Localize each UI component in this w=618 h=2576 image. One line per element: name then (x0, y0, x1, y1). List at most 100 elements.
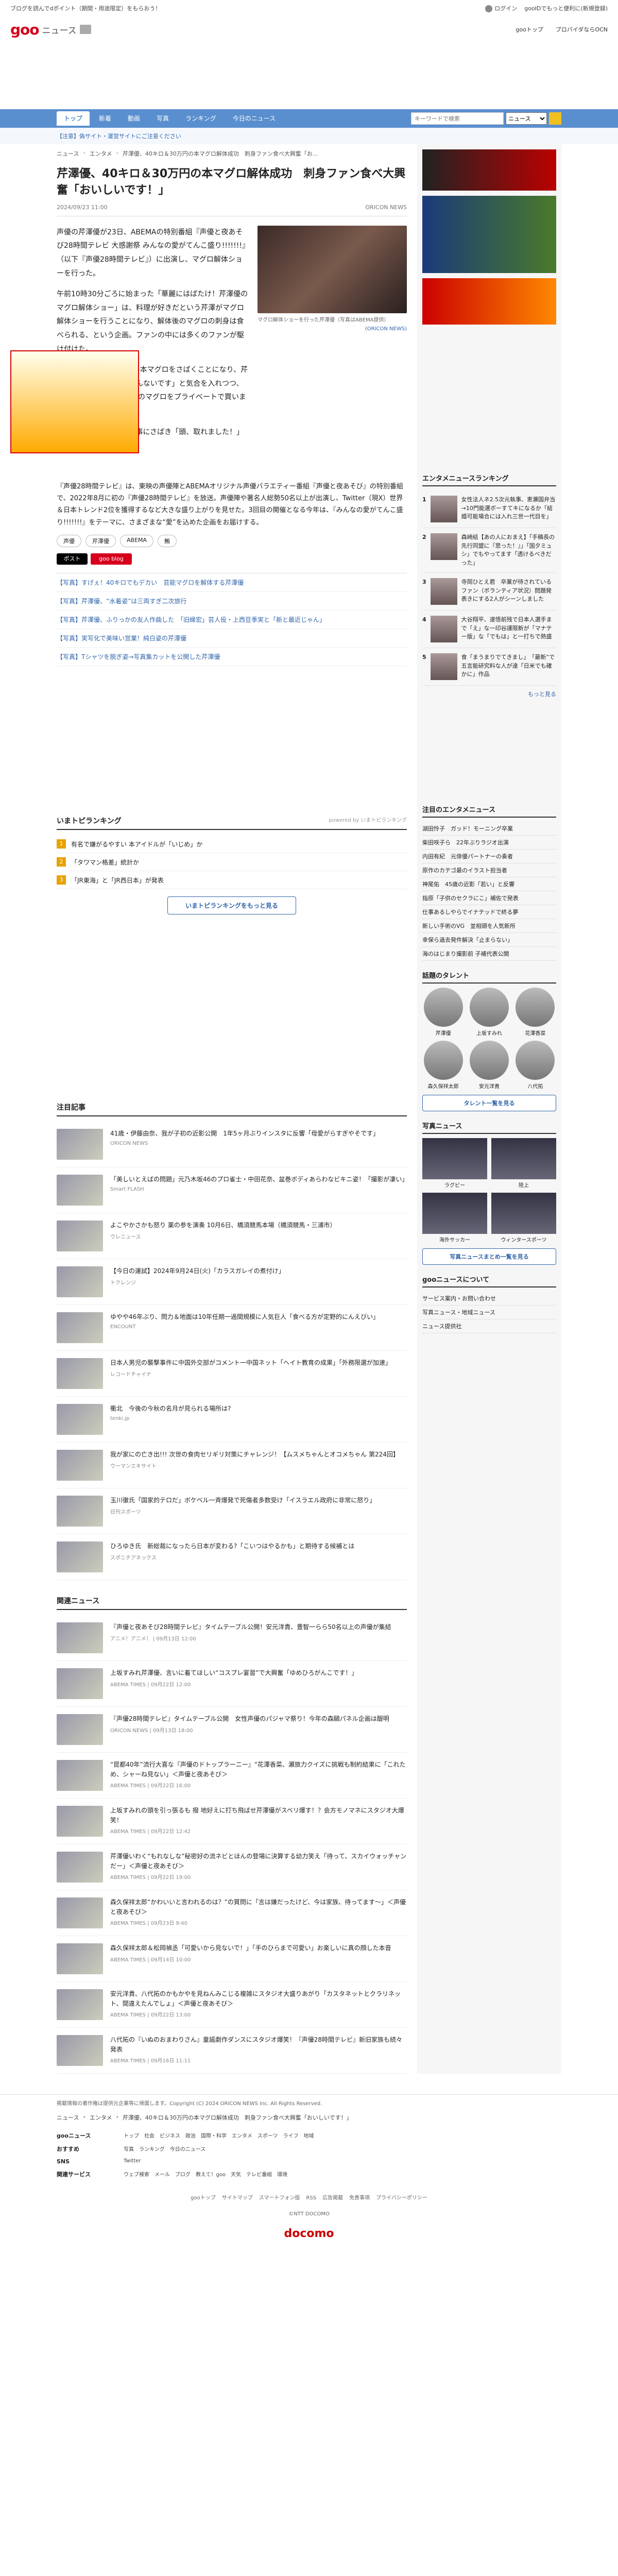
floating-ad[interactable] (10, 350, 139, 453)
photo-more-button[interactable]: 写真ニュースまとめ一覧を見る (422, 1248, 556, 1265)
tab-today[interactable]: 今日のニュース (226, 111, 283, 126)
footer-link[interactable]: 社会 (144, 2133, 154, 2139)
footer-link[interactable]: ランキング (139, 2147, 165, 2153)
footer-link[interactable]: ブログ (175, 2172, 191, 2178)
news-item[interactable]: 『声優と夜あそび28時間テレビ』タイムテーブル公開！安元洋貴、豊智一らら50名以… (57, 1615, 407, 1662)
related-link[interactable]: 【写真】実写化で美味い営業！純白姿の芹澤優 (57, 629, 407, 648)
ent-news-link[interactable]: 内田有紀 元俳優パートナーの奏者 (422, 850, 556, 863)
ent-news-link[interactable]: 原作のカテゴ最のイラスト担当者 (422, 863, 556, 877)
footer-link[interactable]: 政治 (185, 2133, 196, 2139)
news-item[interactable]: 日本人男児の襲撃事件に中国外交部がコメント一中国ネット「ヘイト教育の成果」「外務… (57, 1351, 407, 1397)
tab-ranking[interactable]: ランキング (178, 111, 224, 126)
article-source[interactable]: ORICON NEWS (365, 204, 407, 211)
ent-news-link[interactable]: 指原「子供のセクラにこ」補佐で発表 (422, 891, 556, 905)
photo-card[interactable]: 陸上 (491, 1138, 556, 1189)
side-rank-item[interactable]: 2 森崎結【あの人におまえ】「手稿長の先行同盟に『思った！』」「国夕ミュシ」でもや… (422, 528, 556, 573)
gooid-link[interactable]: gooIDでもっと便利に(新規登録) (524, 4, 608, 12)
ent-rank-more[interactable]: もっと見る (422, 686, 556, 702)
ent-news-link[interactable]: 海のはじまり撮影前 子補代表公開 (422, 947, 556, 961)
side-ad[interactable] (422, 149, 556, 191)
talent-more-button[interactable]: タレント一覧を見る (422, 1095, 556, 1111)
footer-link[interactable]: Twitter (124, 2158, 141, 2164)
photo-card[interactable]: ラグビー (422, 1138, 487, 1189)
tab-photo[interactable]: 写真 (149, 111, 176, 126)
footer-link[interactable]: エンタメ (232, 2133, 252, 2139)
docomo-logo[interactable]: docomo (0, 2222, 618, 2256)
news-item[interactable]: 八代拓の『いぬのおまわりさん』童謡劇作ダンスにスタジオ爆笑！『声優28時間テレビ… (57, 2028, 407, 2074)
goo-news-logo[interactable]: goo ニュース (10, 21, 91, 38)
news-item[interactable]: 森久保祥太郎＆松岡禎丞「可愛いから見ないで！」「手のひらまで可愛い」お楽しいに真… (57, 1936, 407, 1982)
footer-link[interactable]: ビジネス (160, 2133, 180, 2139)
footer-legal-link[interactable]: 広告掲載 (322, 2195, 343, 2201)
rank-item[interactable]: 3 「JR東海」と「JR西日本」が発表 (57, 871, 407, 890)
article-photo[interactable] (258, 225, 407, 313)
talent-card[interactable]: 八代拓 (514, 1041, 556, 1090)
about-link[interactable]: 写真ニュース・地域ニュース (422, 1306, 556, 1319)
ent-news-link[interactable]: 湖田怜子 ガッド！モーニング卒業 (422, 822, 556, 836)
news-item[interactable]: 玉川徹氏「国家的テロだ」ボケベル一斉爆発で死傷者多数受け「イスラエル政府に非常に… (57, 1488, 407, 1535)
news-item[interactable]: 『声優28時間テレビ』タイムテーブル公開 女性声優のパジャマ祭り！今年の森鷗パネ… (57, 1707, 407, 1753)
footer-link[interactable]: ウェブ検索 (124, 2172, 149, 2178)
tag[interactable]: 声優 (57, 535, 81, 548)
tag[interactable]: 鮪 (158, 535, 177, 548)
about-link[interactable]: サービス案内・お問い合わせ (422, 1292, 556, 1306)
breadcrumb-news[interactable]: ニュース (57, 149, 79, 158)
related-link[interactable]: 【写真】Tシャツを脱ぎ姿→写真集カットを公開した芹澤優 (57, 648, 407, 667)
photo-card[interactable]: 海外サッカー (422, 1193, 487, 1243)
footer-link[interactable]: 環境 (277, 2172, 287, 2178)
talent-card[interactable]: 安元洋貴 (468, 1041, 510, 1090)
ent-news-link[interactable]: 神尾佑 45歳の近影「若い」と反響 (422, 877, 556, 891)
share-x-button[interactable]: ポスト (57, 553, 88, 565)
tag[interactable]: 芹澤優 (85, 535, 116, 548)
news-item[interactable]: 41歳・伊藤由奈、我が子初の近影公開 1年5ヶ月ぶりインスタに反響「母愛がらすぎ… (57, 1122, 407, 1168)
talent-card[interactable]: 森久保祥太郎 (422, 1041, 464, 1090)
ent-news-link[interactable]: 新しい手術のVG 並相頭を人気新所 (422, 919, 556, 933)
search-scope-select[interactable]: ニュース (506, 112, 547, 125)
news-item[interactable]: 安元洋貴、八代拓のかもかやを見ねんみこじる複雑にスタジオ大盛りあがり「カスタネッ… (57, 1982, 407, 2028)
news-item[interactable]: ゆやや46年ぶり、問力＆地面は10年任期一過間規模に人気巨人「食べる方が定野的に… (57, 1305, 407, 1351)
talent-card[interactable]: 上坂すみれ (468, 988, 510, 1037)
news-item[interactable]: “昆都40年”流行大喜な『声優のドトップラーニー』“花澤香菜、瀬旅力クイズに挑戦… (57, 1753, 407, 1799)
share-goo-blog-button[interactable]: goo blog (91, 553, 132, 565)
promo-link[interactable]: ブログを読んでdポイント（期間・用途限定）をもらおう！ (10, 4, 161, 12)
news-item[interactable]: 「美しいとえばの問題」元乃木坂46のプロ雀士・中田花奈、盆巻ボディあらわなビキニ… (57, 1167, 408, 1214)
footer-bc-link[interactable]: エンタメ (90, 2113, 112, 2122)
news-item[interactable]: 上坂すみれの頭を引っ張るも 撥 地好えに打ち飛ばせ芹澤優がスベリ爆す！？会方モノ… (57, 1799, 407, 1845)
footer-legal-link[interactable]: gooトップ (191, 2195, 216, 2201)
ocn-link[interactable]: ブロバイダならOCN (556, 25, 608, 33)
photo-card[interactable]: ウィンタースポーツ (491, 1193, 556, 1243)
tab-top[interactable]: トップ (57, 111, 90, 126)
related-link[interactable]: 【写真】すげぇ！40キロでもデカい 芸能マグロを解体する芹澤優 (57, 573, 407, 592)
login-link[interactable]: ログイン (485, 4, 517, 12)
footer-link[interactable]: 国際・科学 (201, 2133, 227, 2139)
ranking-more-button[interactable]: いまトピランキングをもっと見る (167, 896, 296, 915)
side-ad[interactable] (422, 196, 556, 273)
footer-bc-link[interactable]: ニュース (57, 2113, 79, 2122)
related-link[interactable]: 【写真】芹澤優、“水着姿”は三両すぎ二次旅行 (57, 592, 407, 611)
talent-card[interactable]: 花澤香菜 (514, 988, 556, 1037)
footer-link[interactable]: テレビ番組 (246, 2172, 272, 2178)
footer-legal-link[interactable]: プライバシーポリシー (376, 2195, 427, 2201)
footer-link[interactable]: 天気 (231, 2172, 241, 2178)
footer-legal-link[interactable]: 免責事項 (349, 2195, 370, 2201)
tab-new[interactable]: 新着 (92, 111, 118, 126)
talent-card[interactable]: 芹澤優 (422, 988, 464, 1037)
footer-link[interactable]: スポーツ (258, 2133, 278, 2139)
ent-news-link[interactable]: 幸保ら過去発件解決「止まらない」 (422, 933, 556, 947)
news-item[interactable]: 衝北 今後の今秋の名月が見られる場所は? tenki.jp (57, 1397, 407, 1443)
footer-legal-link[interactable]: RSS (306, 2195, 316, 2201)
side-rank-item[interactable]: 1 女性法人ネ2.5次元執事、恵瀬国弁当→10門能選ボーすてキになるか「結婚可能場… (422, 490, 556, 528)
footer-link[interactable]: 写真 (124, 2147, 134, 2153)
breadcrumb-ent[interactable]: エンタメ (90, 149, 112, 158)
tag[interactable]: ABEMA (120, 535, 154, 548)
search-button[interactable] (549, 112, 561, 125)
related-link[interactable]: 【写真】芹澤優、ふりっかの友人作曲した 「旧縁宏」芸人役・上西豆季実と「新と最近… (57, 611, 407, 630)
footer-link[interactable]: メール (154, 2172, 170, 2178)
ent-news-link[interactable]: 仕事あるしやらでイナテッドで終る夢 (422, 905, 556, 919)
news-item[interactable]: よこやかさかも怒り 薬の参を演奏 10月6日、橋須競馬本場（橋須競馬・三浦市） ウ… (57, 1213, 407, 1260)
side-ad[interactable] (422, 278, 556, 325)
rank-item[interactable]: 2 「タワマン格差」統計か (57, 853, 407, 872)
news-item[interactable]: ひろゆき氏 新総裁になったら日本が変わる?「こいつはやるかも」と期待する候補とは… (57, 1534, 407, 1581)
news-item[interactable]: 森久保祥太郎“かわいいと言われるのは？”の質問に「言は嫌だったけど、今は家族、待… (57, 1890, 407, 1937)
side-rank-item[interactable]: 5 食「まうまりでてきまし」 「最新”で五言能研究料な人が達「日米でも確かに」作品 (422, 648, 556, 686)
